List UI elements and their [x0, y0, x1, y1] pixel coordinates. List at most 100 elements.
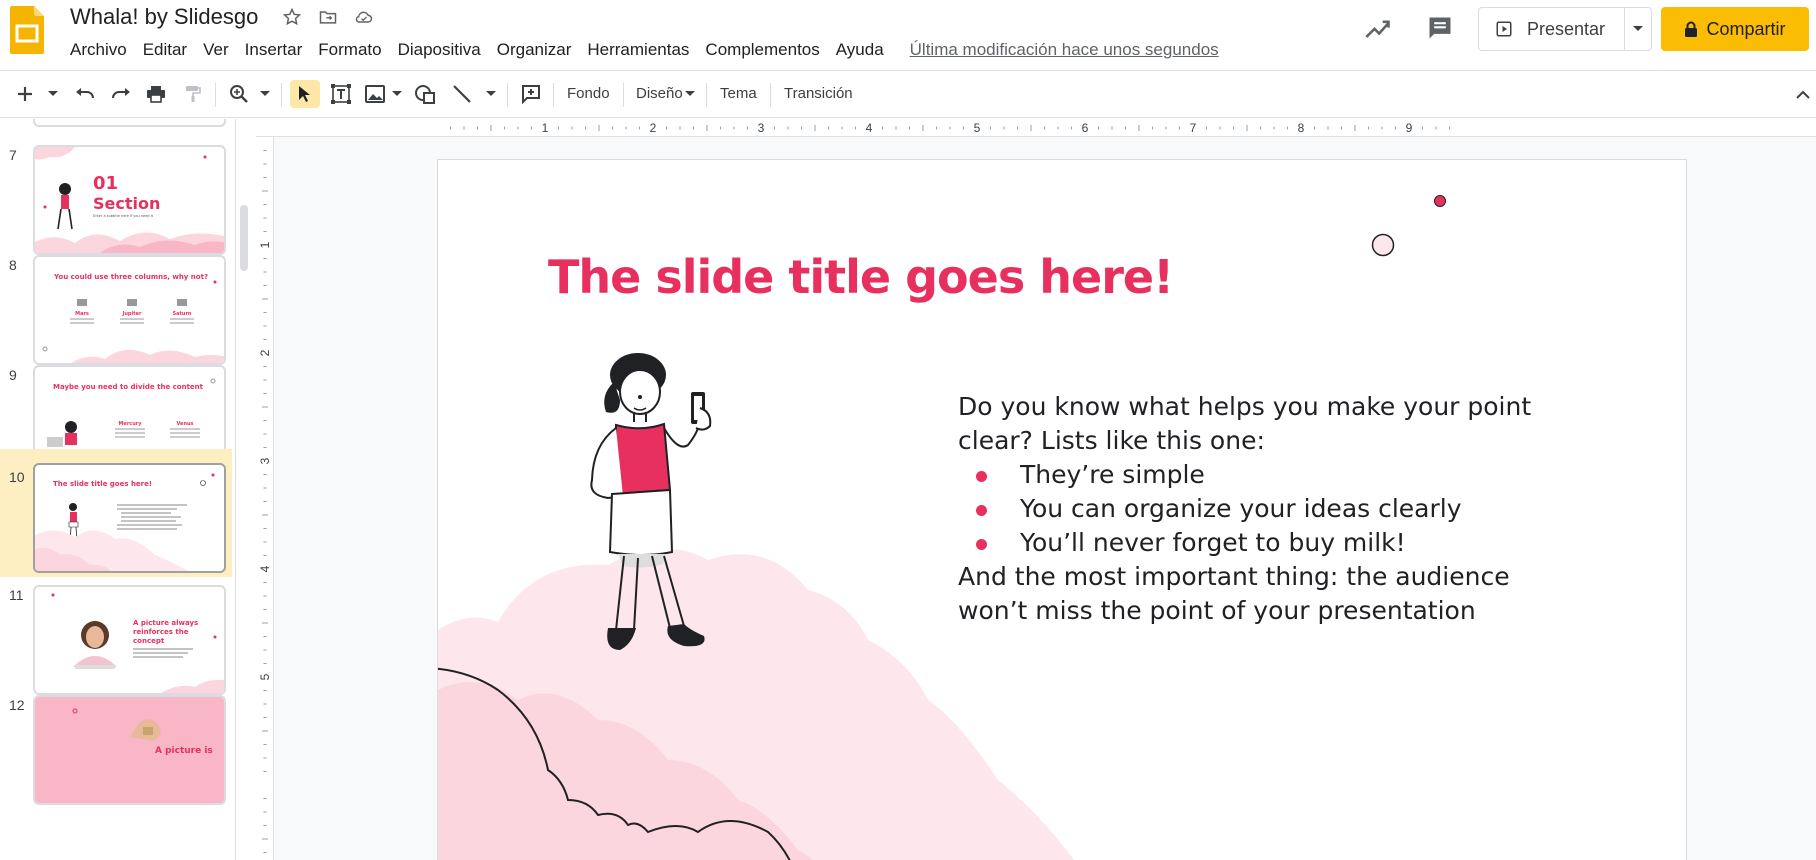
app-header: Whala! by Slidesgo Archivo Editar Ver In…	[0, 0, 1816, 68]
theme-button[interactable]: Tema	[720, 85, 757, 102]
comment-icon[interactable]	[1426, 14, 1454, 42]
slide-preview: The slide title goes here!	[33, 463, 226, 573]
slide-body-text[interactable]: Do you know what helps you make your poi…	[958, 390, 1578, 628]
last-edit-link[interactable]: Última modificación hace unos segundos	[910, 38, 1219, 62]
zoom-icon[interactable]	[226, 80, 252, 108]
ruler-label: 6	[1082, 121, 1089, 135]
thumb-col: Mercury	[118, 421, 142, 427]
slide-number: 12	[9, 697, 25, 713]
menu-insertar[interactable]: Insertar	[237, 38, 311, 62]
slide-number: 7	[9, 147, 17, 163]
slide-preview: You could use three columns, why not? Ma…	[33, 255, 226, 365]
ruler-label: 5	[974, 121, 981, 135]
menu-archivo[interactable]: Archivo	[62, 38, 135, 62]
activity-icon[interactable]	[1364, 16, 1392, 44]
transition-button[interactable]: Transición	[784, 85, 853, 102]
present-icon	[1496, 21, 1512, 37]
present-label: Presentar	[1527, 18, 1606, 39]
chevron-down-icon	[1633, 26, 1644, 31]
slide-preview: 01 Section Enter a subtitle here if you …	[33, 145, 226, 255]
ruler-label: 1	[258, 241, 272, 248]
zoom-dropdown-icon[interactable]	[258, 80, 272, 108]
line-icon[interactable]	[450, 80, 474, 108]
text-box-icon[interactable]	[327, 80, 355, 108]
ruler-label: 2	[258, 349, 272, 356]
slide-thumbnail-11[interactable]: 11 A picture always reinforces the conce…	[0, 579, 232, 701]
horizontal-ruler[interactable]: 1 2 3 4 5 6 7 8 9	[256, 119, 1816, 137]
bullet-item: They’re simple	[958, 458, 1578, 492]
toolbar-divider	[623, 83, 624, 107]
line-dropdown-icon[interactable]	[484, 80, 498, 108]
image-dropdown-icon[interactable]	[390, 80, 404, 108]
layout-dropdown-icon[interactable]	[684, 80, 696, 108]
toolbar-divider	[553, 83, 554, 107]
thumb-title: You could use three columns, why not?	[53, 273, 208, 281]
thumb-title: The slide title goes here!	[53, 480, 152, 488]
thumb-col: Mars	[75, 311, 89, 317]
menu-editar[interactable]: Editar	[135, 38, 195, 62]
toolbar-divider	[281, 83, 282, 107]
menu-herramientas[interactable]: Herramientas	[579, 38, 697, 62]
image-icon[interactable]	[362, 80, 388, 108]
menu-ayuda[interactable]: Ayuda	[828, 38, 892, 62]
thumb-subtitle: Enter a subtitle here if you need it	[93, 214, 154, 218]
new-slide-dropdown-icon[interactable]	[46, 80, 60, 108]
ruler-label: 1	[542, 121, 549, 135]
cloud-status-icon[interactable]	[352, 5, 376, 29]
slide-title[interactable]: The slide title goes here!	[548, 250, 1174, 304]
paint-format-icon[interactable]	[181, 80, 205, 108]
background-button[interactable]: Fondo	[567, 85, 610, 102]
vertical-ruler[interactable]: 1 2 3 4 5	[256, 137, 274, 860]
filmstrip-scrollbar[interactable]	[240, 205, 248, 271]
thumb-col: Venus	[176, 421, 193, 427]
slide-thumbnail-12[interactable]: 12 A picture is	[0, 689, 232, 811]
slide-thumbnail-partial[interactable]	[33, 119, 226, 127]
ruler-label: 4	[258, 565, 272, 572]
select-icon[interactable]	[290, 80, 320, 108]
ruler-label: 5	[258, 673, 272, 680]
thumb-title-line: concept	[133, 637, 165, 645]
menu-diapositiva[interactable]: Diapositiva	[390, 38, 489, 62]
lock-icon	[1685, 21, 1698, 37]
thumb-col: Saturn	[173, 311, 192, 317]
thumb-title-line: reinforces the	[133, 628, 189, 636]
slide-filmstrip: 7 01 Section Enter a subtitle here if yo…	[0, 119, 236, 860]
ruler-label: 8	[1298, 121, 1305, 135]
thumb-title: Section	[93, 194, 160, 213]
slide-thumbnail-7[interactable]: 7 01 Section Enter a subtitle here if yo…	[0, 139, 232, 261]
slides-logo-icon[interactable]	[10, 6, 44, 54]
print-icon[interactable]	[143, 80, 169, 108]
share-label: Compartir	[1706, 18, 1786, 39]
shape-icon[interactable]	[412, 80, 438, 108]
toolbar-divider	[215, 83, 216, 107]
toolbar-divider	[770, 83, 771, 107]
share-button[interactable]: Compartir	[1661, 7, 1809, 51]
layout-button[interactable]: Diseño	[636, 85, 683, 102]
present-dropdown[interactable]	[1625, 8, 1651, 50]
comment-add-icon[interactable]	[518, 80, 544, 108]
toolbar-divider	[706, 83, 707, 107]
menu-ver[interactable]: Ver	[195, 38, 237, 62]
redo-icon[interactable]	[108, 80, 134, 108]
undo-icon[interactable]	[72, 80, 98, 108]
slide-thumbnail-8[interactable]: 8 You could use three columns, why not? …	[0, 249, 232, 371]
collapse-icon[interactable]	[1794, 80, 1812, 108]
thumb-title: Maybe you need to divide the content	[53, 383, 204, 391]
thumb-col: Jupiter	[122, 311, 142, 317]
star-icon[interactable]	[280, 5, 304, 29]
menu-organizar[interactable]: Organizar	[489, 38, 580, 62]
slide-thumbnail-10[interactable]: 10 The slide title goes here!	[0, 449, 232, 577]
current-slide[interactable]: The slide title goes here! Do you know w…	[437, 159, 1687, 860]
move-to-folder-icon[interactable]	[316, 5, 340, 29]
ruler-label: 7	[1190, 121, 1197, 135]
bullet-item: You can organize your ideas clearly	[958, 492, 1578, 526]
present-button[interactable]: Presentar	[1479, 8, 1626, 50]
slide-canvas: The slide title goes here! Do you know w…	[274, 137, 1816, 860]
slide-number: 10	[9, 469, 25, 485]
document-title[interactable]: Whala! by Slidesgo	[70, 4, 258, 30]
new-slide-icon[interactable]	[14, 80, 36, 108]
slide-number: 8	[9, 257, 17, 273]
menu-formato[interactable]: Formato	[310, 38, 389, 62]
ruler-label: 3	[758, 121, 765, 135]
menu-complementos[interactable]: Complementos	[697, 38, 827, 62]
